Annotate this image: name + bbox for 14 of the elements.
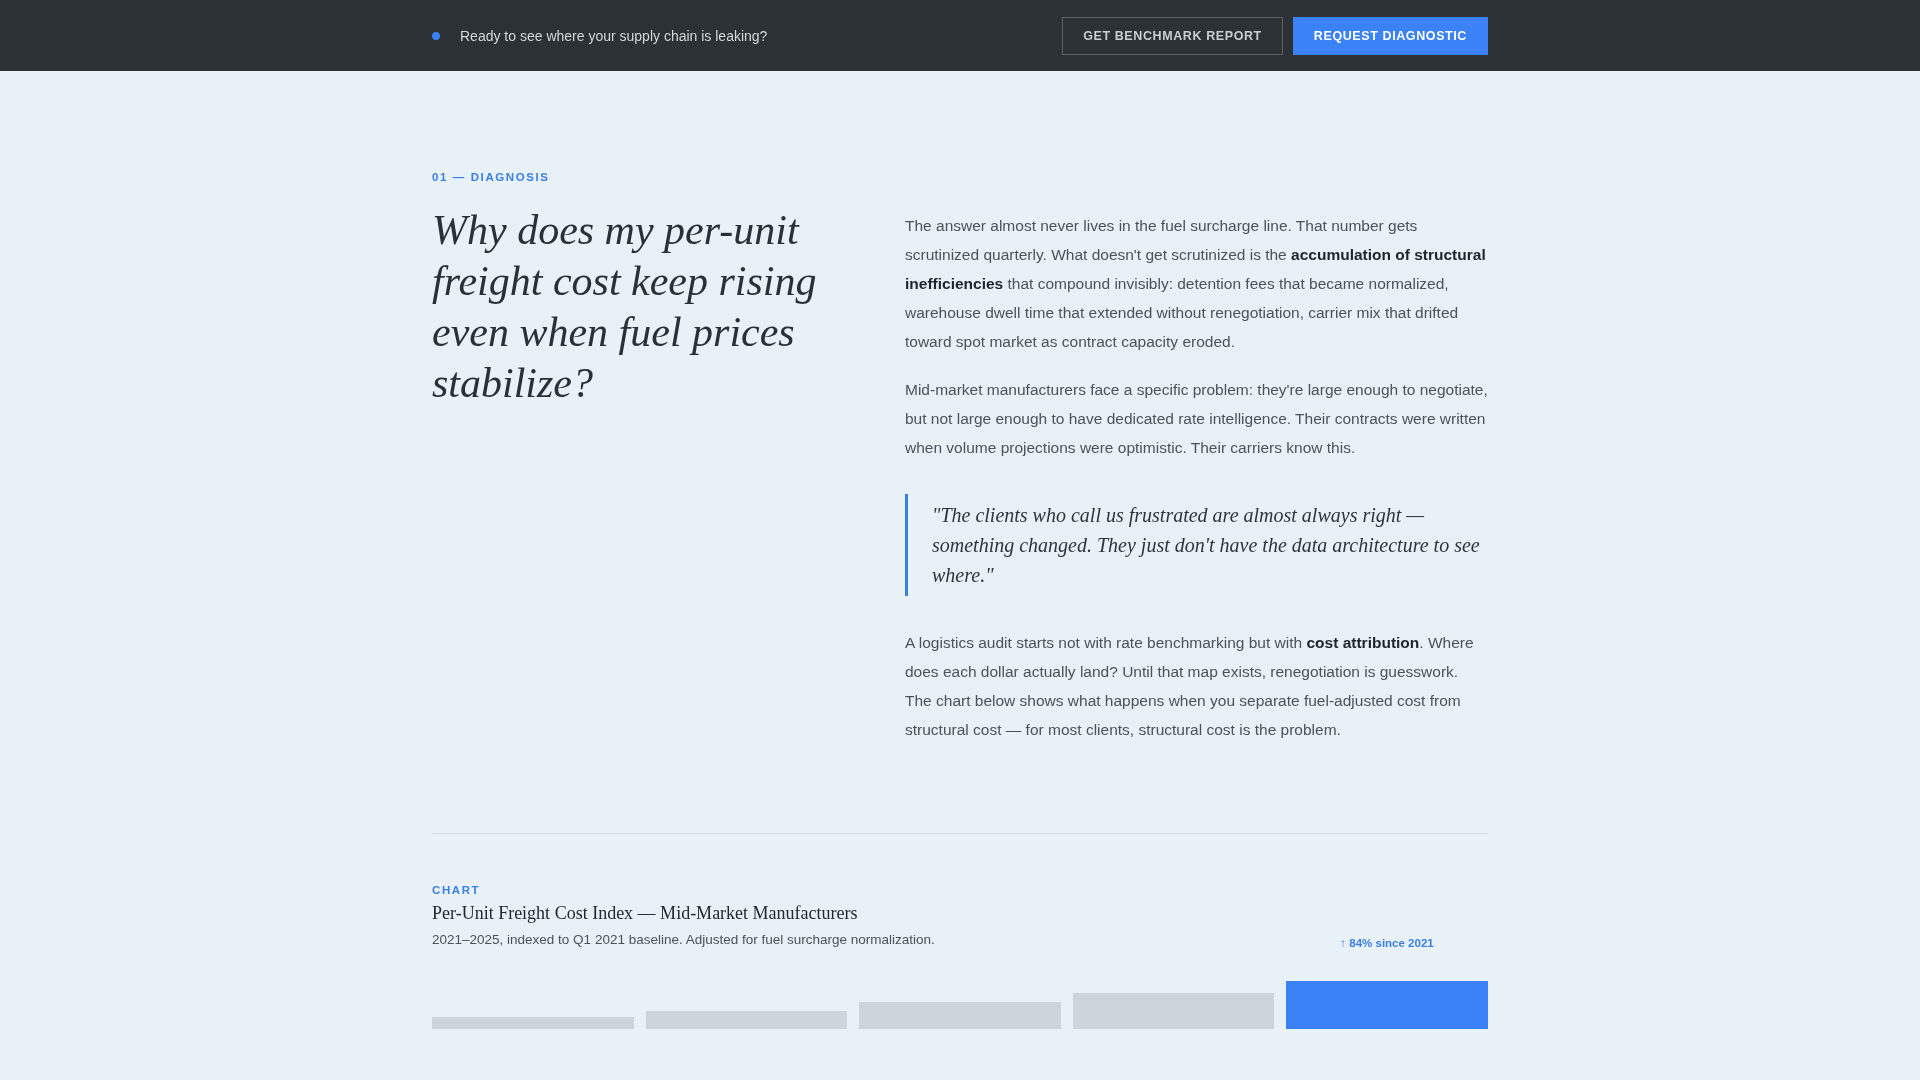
body-paragraph: Mid-market manufacturers face a specific problem: they're large enough to negotiate, but not large enough to have dedicated rate intelligence. Their contracts were written when volume projections were optimistic. Their carriers know this. — [905, 380, 1488, 458]
request-button[interactable]: REQUEST DIAGNOSTIC — [1292, 16, 1488, 55]
chart-subtitle: 2021–2025, indexed to Q1 2021 baseline. Adjusted for fuel surcharge normalization. — [432, 932, 935, 947]
pull-quote: "The clients who call us frustrated are almost always right — something changed. They just don't have the data architecture to see where." — [905, 494, 1488, 596]
body-paragraph: A logistics audit starts not with rate benchmarking but with cost attribution. Where does each dollar actually land? Until that map exists, renegotiation is guesswork. The chart below shows what happens when you separate fuel-adjusted cost from structural cost — for most clients, structural cost is the problem. — [905, 633, 1475, 740]
status-dot-icon — [432, 31, 440, 40]
report-button[interactable]: GET BENCHMARK REPORT — [1062, 16, 1283, 55]
section-eyebrow: 01 — DIAGNOSIS — [432, 171, 551, 183]
chart-title: Per-Unit Freight Cost Index — Mid-Market Manufacturers — [432, 903, 859, 924]
chart-annotation: ↑ 84% since 2021 — [1339, 937, 1435, 949]
section-heading: Why does my per-unit freight cost keep rising even when fuel prices stabilize? — [432, 206, 818, 408]
banner-message: Ready to see where your supply chain is leaking? — [460, 27, 769, 44]
body-paragraph: The answer almost never lives in the fuel surcharge line. That number gets scrutinized quarterly. What doesn't get scrutinized is the accumulation of structural inefficiencies that compound invisibly: detention fees that became normalized, warehouse dwell time that extended without renegotiation, carrier mix that drifted toward spot market as contract capacity eroded. — [905, 216, 1487, 352]
chart-eyebrow: CHART — [432, 884, 482, 896]
